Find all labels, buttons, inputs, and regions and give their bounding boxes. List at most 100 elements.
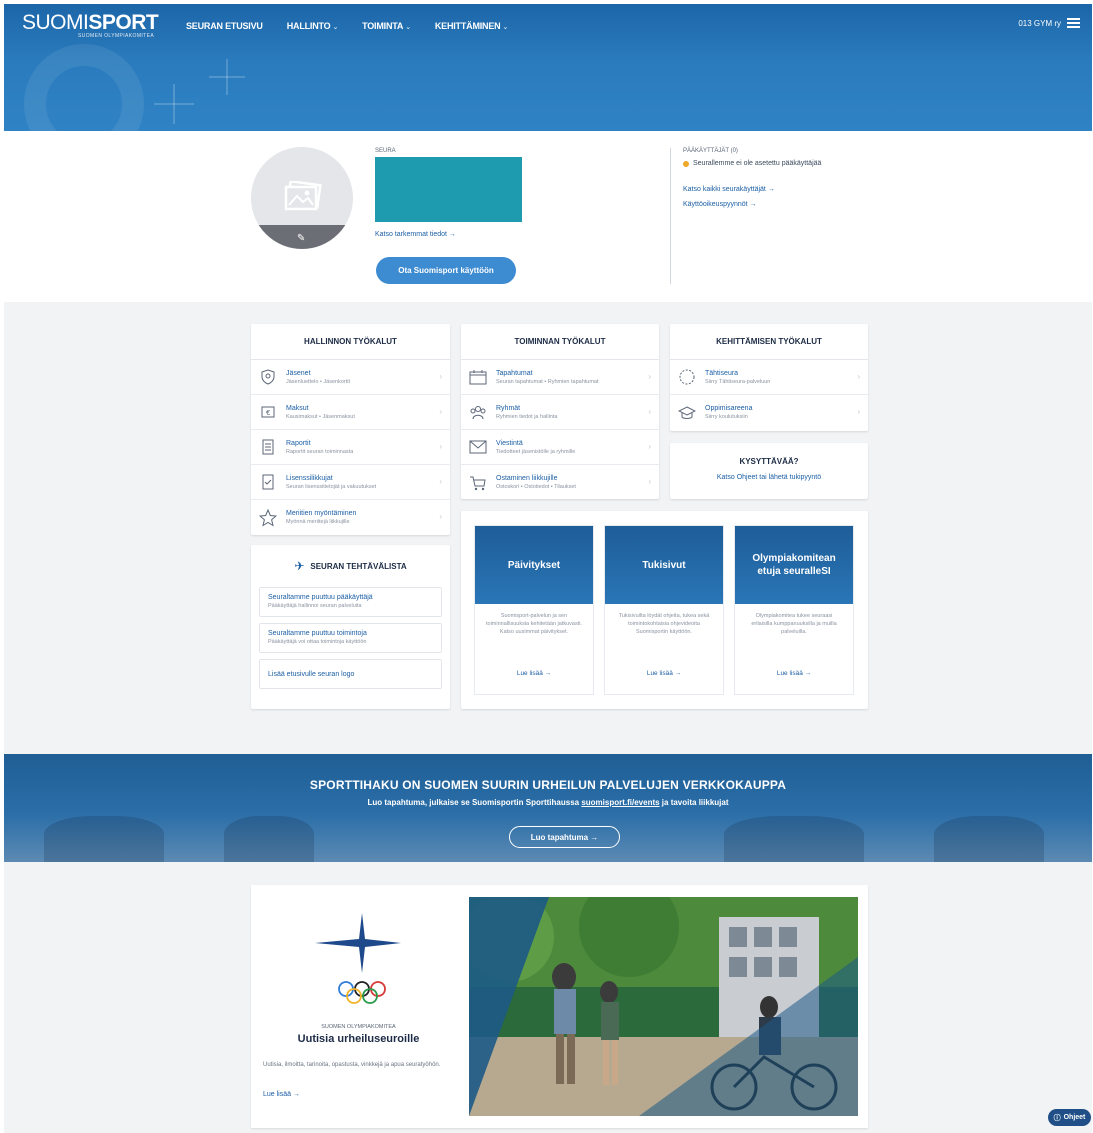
user-menu[interactable]: 013 GYM ry (1018, 18, 1080, 28)
chevron-right-icon: › (857, 372, 860, 381)
tool-row-maksut[interactable]: € Maksut Kausimaksut • Jäsenmaksut › (251, 395, 450, 430)
banner-text: Luo tapahtuma, julkaise se Suomisportin … (367, 798, 729, 807)
chevron-right-icon: › (439, 442, 442, 451)
activity-tools-card: TOIMINNAN TYÖKALUT Tapahtumat Seuran tapa… (461, 324, 659, 499)
promo-title: Tukisivut (605, 526, 723, 604)
promo-card-benefits[interactable]: Olympiakomitean etuja seuralleSI Olympia… (734, 525, 854, 695)
questions-title: KYSYTTÄVÄÄ? (739, 457, 799, 466)
rights-requests-link[interactable]: Käyttöoikeuspyynnöt → (683, 201, 757, 208)
nav-kehittaminen[interactable]: KEHITTÄMINEN ⌄ (435, 21, 508, 31)
chevron-down-icon: ⌄ (405, 24, 411, 31)
task-item[interactable]: Seuraltamme puuttuu pääkäyttäjä Pääkäyttä… (259, 587, 442, 617)
read-more-link[interactable]: Lue lisää → (735, 670, 853, 677)
nav-toiminta[interactable]: TOIMINTA ⌄ (362, 21, 411, 31)
banner-title: SPORTTIHAKU ON SUOMEN SUURIN URHEILUN PA… (309, 778, 787, 792)
promo-title: Päivitykset (475, 526, 593, 604)
promo-desc: Tukisivuilta löydät ohjeita, tukea sekä … (618, 613, 710, 635)
outdoor-people-image (469, 897, 858, 1116)
suomisport-logo[interactable]: SUOMISPORT SUOMEN OLYMPIAKOMITEA (22, 11, 159, 39)
tool-row-tapahtumat[interactable]: Tapahtumat Seuran tapahtumat • Ryhmien ta… (461, 360, 659, 395)
task-item[interactable]: Lisää etusivulle seuran logo (259, 659, 442, 689)
redacted-club-info (375, 157, 522, 222)
admins-title: PÄÄKÄYTTÄJÄT (0) (683, 148, 738, 154)
promo-desc: Suomisport-palvelun ja sen toiminnallisu… (486, 613, 582, 635)
questions-link[interactable]: Katso Ohjeet tai lähetä tukipyyntö (670, 474, 868, 481)
events-link[interactable]: suomisport.fi/events (581, 798, 659, 807)
chevron-right-icon: › (648, 372, 651, 381)
details-link[interactable]: Katso tarkemmat tiedot → (375, 231, 456, 238)
admin-tools-card: HALLINNON TYÖKALUT Jäsenet Jäsenluettelo … (251, 324, 450, 535)
image-placeholder-icon (284, 181, 322, 211)
tool-row-viestinta[interactable]: Viestintä Tiedotteet jäsenistölle ja ryhm… (461, 430, 659, 465)
star-icon (259, 508, 277, 527)
card-title: HALLINNON TYÖKALUT (251, 324, 450, 360)
hamburger-menu-icon[interactable] (1067, 18, 1080, 28)
divider (670, 148, 671, 284)
task-list-card: ✈ SEURAN TEHTÄVÄLISTA Seuraltamme puuttu… (251, 545, 450, 709)
graduation-cap-icon (678, 404, 696, 422)
tool-row-tahtiseura[interactable]: Tähtiseura Siirry Tähtiseura-palveluun › (670, 360, 868, 395)
club-label: SEURA (375, 148, 396, 154)
main-nav: SEURAN ETUSIVU HALLINTO ⌄ TOIMINTA ⌄ KEHIT… (186, 21, 508, 31)
decor-plus (154, 84, 194, 124)
chevron-right-icon: › (439, 512, 442, 521)
sporttihaku-banner: SPORTTIHAKU ON SUOMEN SUURIN URHEILUN PA… (4, 754, 1092, 862)
banner-photo-shape (224, 816, 314, 862)
read-more-link[interactable]: Lue lisää → (263, 1091, 300, 1098)
chevron-right-icon: › (439, 372, 442, 381)
questions-card[interactable]: KYSYTTÄVÄÄ? Katso Ohjeet tai lähetä tuki… (670, 443, 868, 499)
pencil-icon[interactable]: ✎ (297, 233, 305, 244)
tool-row-jasenet[interactable]: Jäsenet Jäsenluettelo • Jäsenkortit › (251, 360, 450, 395)
card-title: KEHITTÄMISEN TYÖKALUT (670, 324, 868, 360)
decor-plus (209, 59, 245, 95)
nav-hallinto[interactable]: HALLINTO ⌄ (287, 21, 339, 31)
user-name: 013 GYM ry (1018, 18, 1061, 28)
header-hero: SUOMISPORT SUOMEN OLYMPIAKOMITEA SEURAN … (4, 4, 1092, 131)
banner-photo-shape (724, 816, 864, 862)
club-avatar[interactable]: ✎ (251, 147, 353, 249)
tool-row-ostaminen[interactable]: Ostaminen liikkujille Ostoskori • Ostotie… (461, 465, 659, 500)
tool-row-raportit[interactable]: Raportit Raportit seuran toiminnasta › (251, 430, 450, 465)
tool-row-lisenssit[interactable]: Lisenssilikkujat Seuran lisenssitietojät … (251, 465, 450, 500)
help-button[interactable]: ⓘ Ohjeet (1048, 1109, 1091, 1126)
chevron-right-icon: › (648, 477, 651, 486)
question-circle-icon: ⓘ (1053, 1114, 1061, 1122)
member-shield-icon (259, 368, 277, 386)
news-photo (469, 897, 858, 1116)
read-more-link[interactable]: Lue lisää → (475, 670, 593, 677)
calendar-icon (469, 368, 487, 386)
payment-icon: € (259, 403, 277, 421)
promo-card-updates[interactable]: Päivitykset Suomisport-palvelun ja sen t… (474, 525, 594, 695)
cart-icon (469, 474, 487, 492)
tool-row-meriitit[interactable]: Meriitien myöntäminen Myönnä meriitejä li… (251, 500, 450, 535)
chevron-down-icon: ⌄ (332, 24, 339, 31)
chevron-right-icon: › (648, 407, 651, 416)
chevron-right-icon: › (439, 407, 442, 416)
news-org: SUOMEN OLYMPIAKOMITEA (321, 1024, 396, 1030)
tool-row-oppimisareena[interactable]: Oppimisareena Siirry koulutuksiin › (670, 395, 868, 430)
group-icon (469, 403, 487, 421)
admins-warning: Seurallemme ei ole asetettu pääkäyttäjää (683, 160, 883, 167)
promo-container: Päivitykset Suomisport-palvelun ja sen t… (461, 511, 868, 709)
mail-icon (469, 438, 487, 456)
task-item[interactable]: Seuraltamme puuttuu toimintoja Pääkäyttäj… (259, 623, 442, 653)
promo-card-support[interactable]: Tukisivut Tukisivuilta löydät ohjeita, t… (604, 525, 724, 695)
news-desc: Uutisia, ilmoitta, tarinoita, opastusta,… (263, 1062, 441, 1068)
all-users-link[interactable]: Katso kaikki seurakäyttäjät → (683, 186, 775, 193)
license-icon (259, 473, 277, 491)
report-icon (259, 438, 277, 456)
create-event-button[interactable]: Luo tapahtuma → (509, 826, 620, 848)
nav-seuran-etusivu[interactable]: SEURAN ETUSIVU (186, 21, 263, 31)
chevron-right-icon: › (857, 407, 860, 416)
card-title: TOIMINNAN TYÖKALUT (461, 324, 659, 360)
decor-ring (24, 44, 144, 131)
chevron-down-icon: ⌄ (502, 24, 509, 31)
chevron-right-icon: › (648, 442, 651, 451)
news-title: Uutisia urheiluseuroille (297, 1033, 420, 1045)
read-more-link[interactable]: Lue lisää → (605, 670, 723, 677)
pin-icon: ✈ (294, 559, 305, 573)
warning-dot-icon (683, 160, 689, 167)
olympic-committee-logo (315, 913, 401, 1004)
tool-row-ryhmat[interactable]: Ryhmät Ryhmien tiedot ja hallinta › (461, 395, 659, 430)
take-into-use-button[interactable]: Ota Suomisport käyttöön (376, 257, 516, 284)
